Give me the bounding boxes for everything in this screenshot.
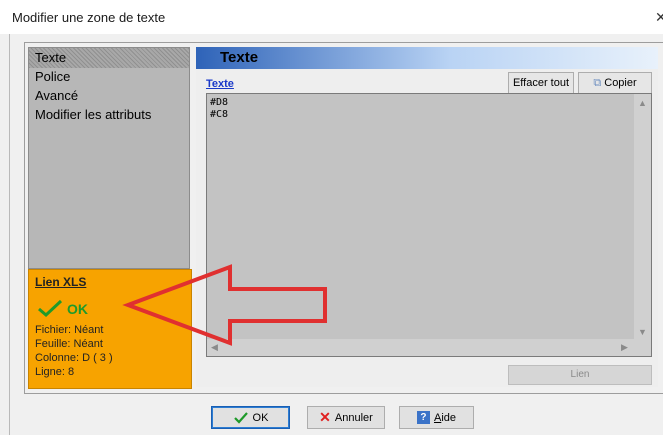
ok-button[interactable]: OK: [211, 406, 290, 429]
help-label: Aide: [433, 411, 457, 424]
cancel-button[interactable]: ✕ Annuler: [307, 406, 385, 429]
red-arrow-annotation: [122, 264, 327, 346]
ok-check-icon: [233, 412, 248, 424]
cancel-label: Annuler: [334, 411, 373, 424]
help-button[interactable]: ? Aide: [399, 406, 474, 429]
ok-label: OK: [252, 411, 269, 424]
cancel-icon: ✕: [319, 409, 331, 425]
help-icon: ?: [416, 411, 430, 424]
